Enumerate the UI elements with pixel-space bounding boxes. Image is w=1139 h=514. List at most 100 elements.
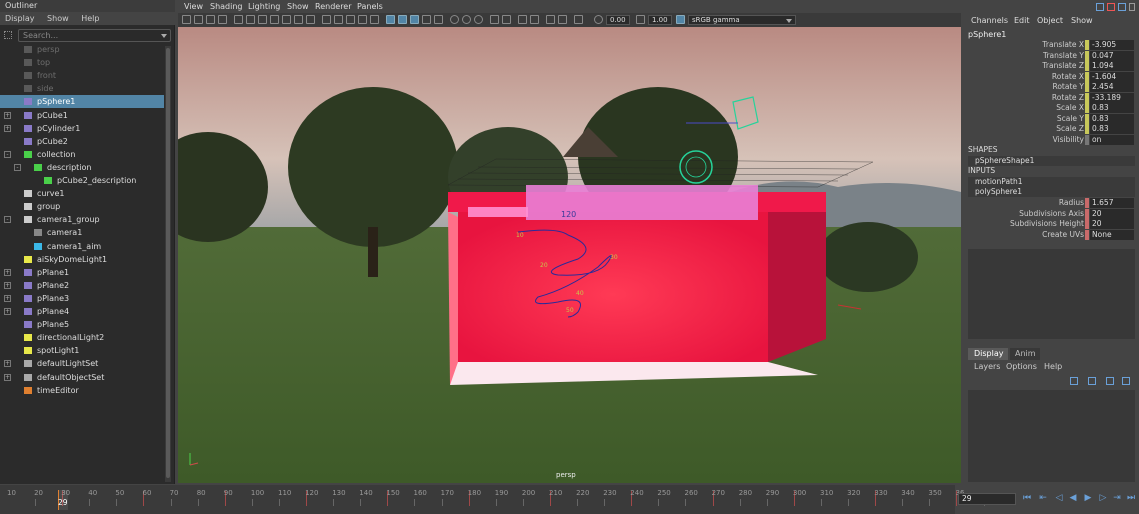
lock-camera-icon[interactable] (558, 15, 567, 24)
collapse-icon[interactable]: - (14, 163, 21, 171)
outliner-item[interactable]: group (0, 200, 164, 213)
attribute-value-field[interactable]: -33.189 (1090, 92, 1134, 103)
outliner-item[interactable]: spotLight1 (0, 344, 164, 357)
play-forwards-icon[interactable]: ▶ (1083, 492, 1093, 504)
outliner-item[interactable]: front (0, 69, 164, 82)
grid-icon[interactable] (234, 15, 243, 24)
expand-icon[interactable]: + (4, 360, 11, 368)
step-forward-key-icon[interactable]: ⇥ (1112, 492, 1122, 504)
motion-blur-icon[interactable] (434, 15, 443, 24)
depth-of-field-icon[interactable] (462, 15, 471, 24)
outliner-item[interactable]: curve1 (0, 187, 164, 200)
attribute-editor-icon[interactable] (1107, 3, 1115, 11)
menu-lighting[interactable]: Lighting (248, 0, 280, 13)
shape-node[interactable]: pSphereShape1 (968, 156, 1135, 166)
viewport-3d[interactable]: 120 10 20 30 40 50 persp (178, 27, 961, 483)
menu-view[interactable]: View (184, 0, 203, 13)
expand-icon[interactable]: + (4, 268, 11, 276)
collapse-icon[interactable]: - (4, 216, 11, 224)
textured-icon[interactable] (386, 15, 395, 24)
camera-attributes-icon[interactable] (194, 15, 203, 24)
attribute-value-field[interactable]: 0.83 (1090, 124, 1134, 134)
channel-menu-channels[interactable]: Channels (971, 14, 1008, 27)
step-forward-frame-icon[interactable]: ▷ (1098, 492, 1108, 504)
outliner-item[interactable]: + pPlane3 (0, 292, 164, 305)
input-attribute-value-field[interactable]: 20 (1090, 219, 1134, 229)
search-options-icon[interactable] (4, 31, 12, 39)
isolate-select-icon[interactable] (474, 15, 483, 24)
outliner-item[interactable]: pCube2 (0, 135, 164, 148)
exposure-icon[interactable] (594, 15, 603, 24)
bookmark-icon[interactable] (206, 15, 215, 24)
outliner-item[interactable]: + defaultObjectSet (0, 371, 164, 384)
menu-show[interactable]: Show (287, 0, 309, 13)
safe-title-icon[interactable] (306, 15, 315, 24)
tab-anim[interactable]: Anim (1010, 348, 1040, 360)
outliner-item[interactable]: pCube2_description (0, 174, 164, 187)
menu-shading[interactable]: Shading (210, 0, 243, 13)
outliner-item[interactable]: pSphere1 (0, 95, 164, 109)
scrollbar-thumb[interactable] (166, 48, 170, 478)
gamma-field[interactable]: 1.00 (648, 15, 672, 25)
outliner-item[interactable]: camera1_aim (0, 240, 164, 253)
expand-icon[interactable]: + (4, 373, 11, 381)
resolution-gate-icon[interactable] (258, 15, 267, 24)
expand-icon[interactable]: + (4, 111, 11, 119)
channel-menu-edit[interactable]: Edit (1014, 14, 1030, 27)
outliner-menu-show[interactable]: Show (47, 14, 69, 23)
default-material-icon[interactable] (346, 15, 355, 24)
attribute-value-field[interactable]: 0.047 (1090, 50, 1134, 61)
screen-space-ao-icon[interactable] (422, 15, 431, 24)
play-backwards-icon[interactable]: ◀ (1068, 492, 1078, 504)
outliner-item[interactable]: + defaultLightSet (0, 357, 164, 370)
expand-icon[interactable]: + (4, 308, 11, 315)
outliner-menu-display[interactable]: Display (5, 14, 35, 23)
outliner-item[interactable]: + pPlane4 (0, 305, 164, 318)
new-empty-layer-icon[interactable] (1106, 377, 1114, 385)
select-camera-icon[interactable] (182, 15, 191, 24)
menu-panels[interactable]: Panels (357, 0, 383, 13)
gamma-icon[interactable] (636, 15, 645, 24)
color-management-icon[interactable] (676, 15, 685, 24)
outliner-item[interactable]: + pPlane1 (0, 266, 164, 279)
outliner-menu-help[interactable]: Help (81, 14, 99, 23)
collapse-icon[interactable]: - (4, 150, 11, 158)
gate-mask-icon[interactable] (270, 15, 279, 24)
outliner-item[interactable]: - description (0, 161, 164, 174)
attribute-value-field[interactable]: 0.83 (1090, 113, 1134, 124)
attribute-value-field[interactable]: on (1090, 134, 1134, 145)
use-all-lights-icon[interactable] (398, 15, 407, 24)
attribute-value-field[interactable]: -3.905 (1090, 40, 1134, 50)
xray-components-icon[interactable] (518, 15, 527, 24)
input-attribute-value-field[interactable]: 20 (1090, 208, 1134, 219)
film-gate-icon[interactable] (246, 15, 255, 24)
smooth-shade-icon[interactable] (334, 15, 343, 24)
input-node-motionpath[interactable]: motionPath1 (968, 177, 1135, 187)
image-plane-icon[interactable] (218, 15, 227, 24)
attribute-value-field[interactable]: 1.094 (1090, 61, 1134, 71)
go-to-end-icon[interactable]: ⏭ (1126, 492, 1136, 504)
wireframe-on-shaded-icon[interactable] (358, 15, 367, 24)
channel-box-toggle-icons[interactable] (1096, 2, 1136, 12)
input-attribute-value-field[interactable]: None (1090, 229, 1134, 240)
xray-icon[interactable] (370, 15, 379, 24)
layers-menu-options[interactable]: Options (1006, 361, 1037, 373)
channel-menu-object[interactable]: Object (1037, 14, 1063, 27)
isolate-icon[interactable] (546, 15, 555, 24)
attribute-value-field[interactable]: -1.604 (1090, 71, 1134, 82)
exposure-field[interactable]: 0.00 (606, 15, 630, 25)
xray-joints-icon[interactable] (490, 15, 499, 24)
attribute-value-field[interactable]: 0.83 (1090, 103, 1134, 113)
tool-settings-icon[interactable] (1118, 3, 1126, 11)
chevron-down-icon[interactable] (161, 34, 167, 38)
expand-icon[interactable]: + (4, 281, 11, 289)
outliner-scrollbar[interactable] (165, 46, 171, 482)
outliner-item[interactable]: directionalLight2 (0, 331, 164, 344)
outliner-item[interactable]: persp (0, 43, 164, 56)
input-node-polysphere[interactable]: polySphere1 (968, 187, 1135, 197)
hud-icon[interactable] (530, 15, 539, 24)
outliner-item[interactable]: + pCube1 (0, 109, 164, 122)
step-back-key-icon[interactable]: ⇤ (1038, 492, 1048, 504)
outliner-item[interactable]: camera1 (0, 226, 164, 239)
input-attribute-value-field[interactable]: 1.657 (1090, 198, 1134, 208)
